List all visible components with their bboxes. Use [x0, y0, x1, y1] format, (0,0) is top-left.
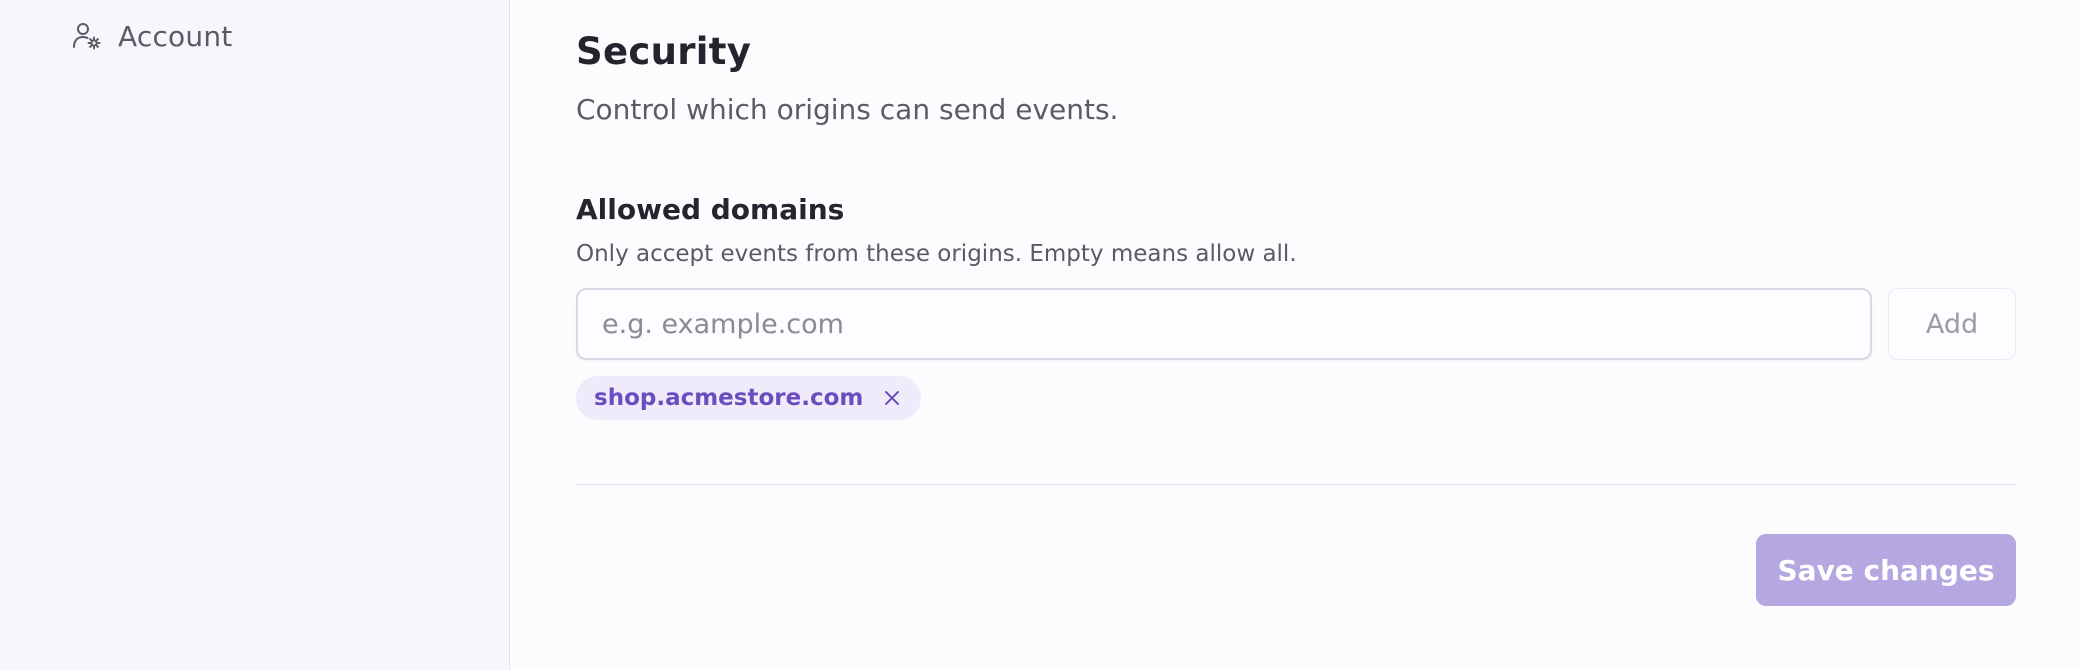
app: Account Security Control which origins c… [0, 0, 2080, 670]
main-content: Security Control which origins can send … [576, 0, 2016, 670]
sidebar-item-label: Account [118, 19, 233, 53]
domain-chip: shop.acmestore.com [576, 376, 922, 420]
page-subtitle: Control which origins can send events. [576, 93, 1119, 126]
section-title: Allowed domains [576, 193, 845, 226]
sidebar: Account [0, 0, 510, 670]
domain-chip-label: shop.acmestore.com [594, 385, 864, 411]
close-icon[interactable] [881, 387, 903, 409]
sidebar-item-account[interactable]: Account [72, 16, 232, 56]
domain-input[interactable] [576, 288, 1872, 360]
user-gear-icon [72, 21, 102, 51]
section-description: Only accept events from these origins. E… [576, 241, 1297, 267]
add-domain-button[interactable]: Add [1888, 288, 2016, 360]
divider [576, 484, 2016, 485]
page-title: Security [576, 30, 752, 73]
save-changes-button[interactable]: Save changes [1756, 534, 2016, 606]
